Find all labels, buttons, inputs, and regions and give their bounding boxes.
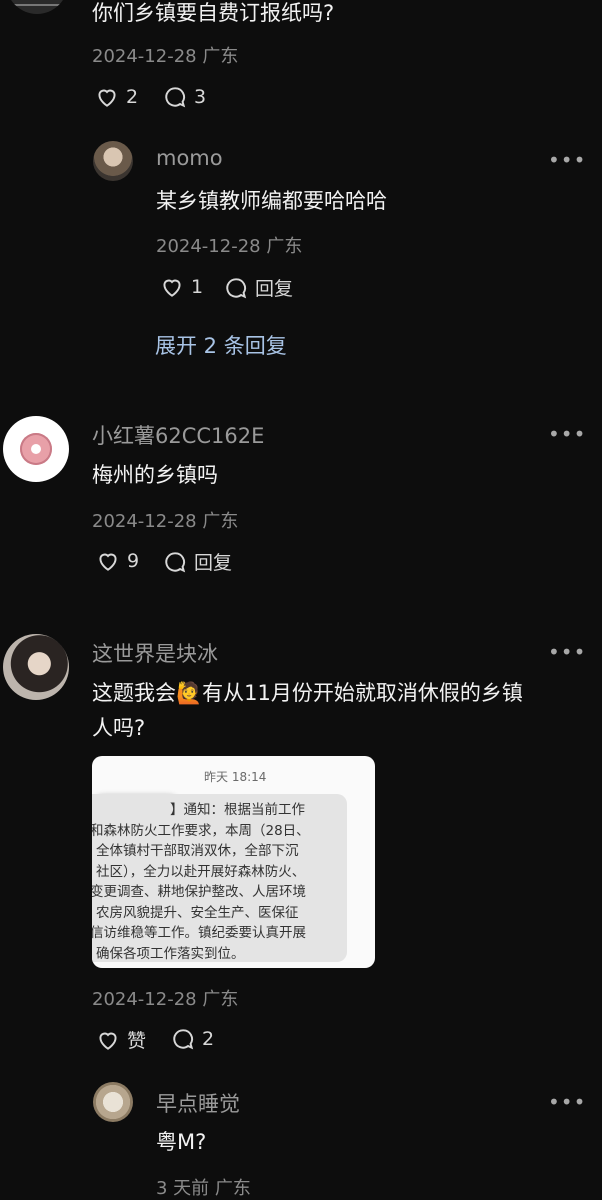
heart-icon (98, 89, 116, 107)
message-text: 】通知：根据当前工作 和森林防火工作要求，本周（28日、 全体镇村干部取消双休，… (92, 802, 310, 962)
username[interactable]: 这世界是块冰 (92, 638, 218, 668)
avatar-donut[interactable] (3, 416, 69, 482)
more-icon[interactable]: ••• (548, 1090, 585, 1114)
heart-icon (99, 553, 117, 571)
message-time: 昨天 18:14 (204, 770, 267, 784)
comment-meta: 2024-12-28 广东 (92, 46, 239, 67)
reply-button[interactable]: 回复 (223, 274, 293, 301)
comment-icon (165, 551, 186, 572)
like-count: 9 (127, 550, 140, 572)
username[interactable]: momo (156, 146, 223, 170)
reply-button[interactable]: 2 (170, 1026, 214, 1052)
avatar-momo[interactable] (93, 141, 133, 181)
comment-meta: 2024-12-28 广东 (156, 236, 303, 257)
heart-icon (99, 1032, 117, 1050)
comment-icon (173, 1029, 194, 1050)
like-button[interactable]: 1 (159, 274, 203, 300)
comment-text: 粤M? (156, 1130, 207, 1154)
more-icon[interactable]: ••• (548, 640, 585, 664)
reply-count: 3 (194, 86, 207, 108)
reply-button[interactable]: 回复 (162, 548, 232, 575)
comment-text-line1: 这题我会🙋有从11月份开始就取消休假的乡镇 (92, 681, 523, 705)
expand-replies-link[interactable]: 展开 2 条回复 (155, 330, 287, 360)
comment-text: 你们乡镇要自费订报纸吗? (92, 1, 335, 25)
comment-text: 梅州的乡镇吗 (92, 463, 218, 487)
avatar-girl[interactable] (3, 634, 69, 700)
reply-label: 回复 (255, 278, 294, 300)
username[interactable]: 小红薯62CC162E (92, 420, 264, 450)
like-button[interactable]: 2 (94, 84, 138, 110)
heart-icon (163, 279, 181, 297)
like-button[interactable]: 9 (95, 548, 139, 574)
like-count: 1 (191, 276, 204, 298)
reply-label: 回复 (194, 552, 233, 574)
comment-meta: 2024-12-28 广东 (92, 511, 239, 532)
username[interactable]: 早点睡觉 (156, 1088, 240, 1118)
attached-screenshot[interactable]: 昨天 18:14 】通知：根据当前工作 和森林防火工作要求，本周（28日、 全体… (92, 756, 375, 968)
avatar-top[interactable] (6, 0, 68, 14)
comment-text-line2: 人吗? (92, 716, 146, 740)
more-icon[interactable]: ••• (548, 422, 585, 446)
reply-button[interactable]: 3 (162, 84, 206, 110)
like-label: 赞 (127, 1030, 147, 1052)
avatar-cat[interactable] (93, 1082, 133, 1122)
comment-meta: 2024-12-28 广东 (92, 989, 239, 1010)
more-icon[interactable]: ••• (548, 148, 585, 172)
like-count: 2 (126, 86, 139, 108)
comment-text: 某乡镇教师编都要哈哈哈 (156, 189, 387, 213)
reply-count: 2 (202, 1028, 215, 1050)
like-button[interactable]: 赞 (95, 1026, 146, 1053)
donut-icon (20, 433, 52, 465)
comment-icon (165, 87, 186, 108)
comment-icon (226, 277, 247, 298)
comment-meta: 3 天前 广东 (156, 1178, 251, 1199)
